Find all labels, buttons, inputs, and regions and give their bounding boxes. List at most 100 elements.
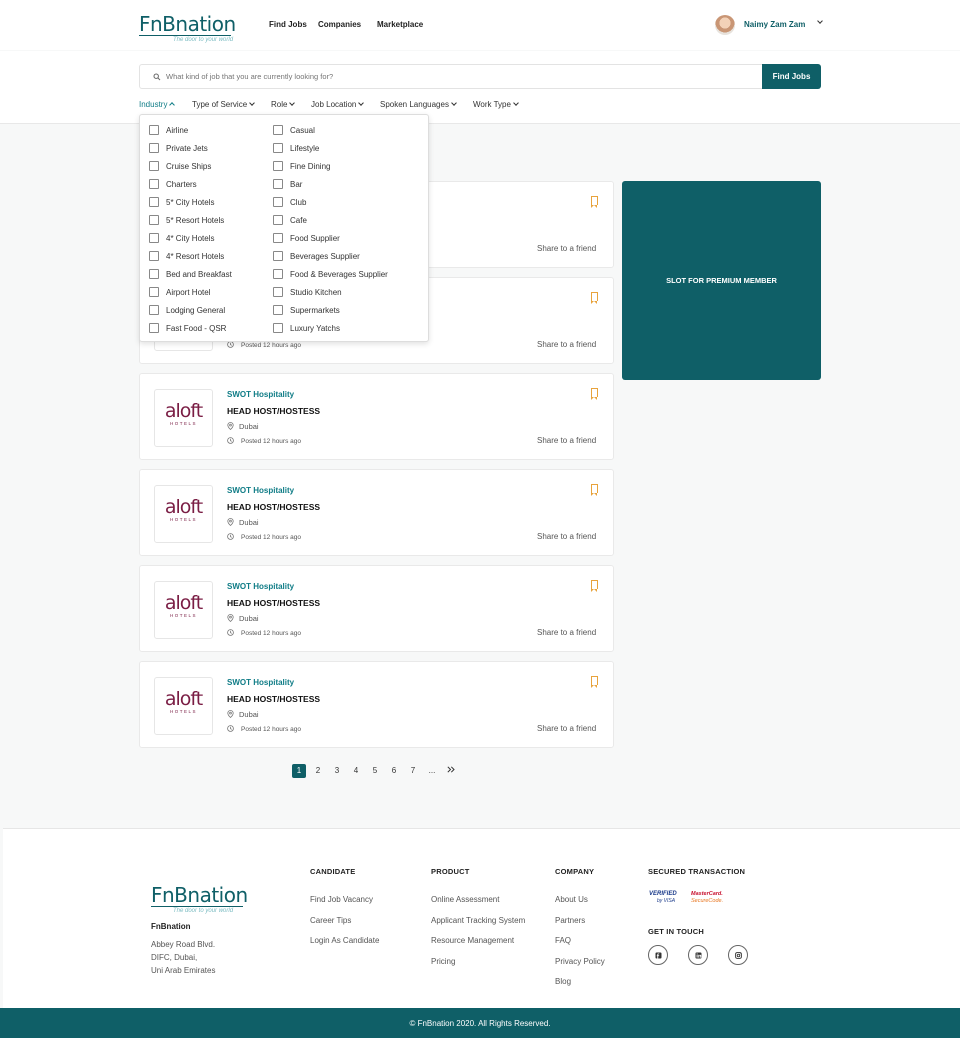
job-title[interactable]: HEAD HOST/HOSTESS [227, 502, 320, 512]
footer-link[interactable]: Online Assessment [431, 890, 525, 911]
share-to-friend-link[interactable]: Share to a friend [537, 532, 596, 541]
company-name[interactable]: SWOT Hospitality [227, 678, 294, 687]
company-name[interactable]: SWOT Hospitality [227, 486, 294, 495]
industry-option[interactable]: Casual [273, 121, 423, 139]
industry-option[interactable]: Cruise Ships [149, 157, 269, 175]
page-6[interactable]: 6 [387, 764, 401, 778]
industry-option[interactable]: Airline [149, 121, 269, 139]
industry-option[interactable]: Fast Food - QSR [149, 319, 269, 337]
nav-companies[interactable]: Companies [318, 20, 361, 29]
company-logo[interactable]: aloftHOTELS [154, 581, 213, 639]
next-page-icon[interactable] [444, 764, 458, 778]
industry-option[interactable]: Supermarkets [273, 301, 423, 319]
footer-link[interactable]: Pricing [431, 952, 525, 973]
job-title[interactable]: HEAD HOST/HOSTESS [227, 598, 320, 608]
checkbox[interactable] [149, 143, 159, 153]
checkbox[interactable] [149, 125, 159, 135]
industry-option[interactable]: Beverages Supplier [273, 247, 423, 265]
find-jobs-button[interactable]: Find Jobs [762, 64, 821, 89]
industry-option[interactable]: Fine Dining [273, 157, 423, 175]
filter-spoken-languages[interactable]: Spoken Languages [380, 100, 457, 109]
search-input[interactable] [166, 65, 746, 88]
checkbox[interactable] [149, 305, 159, 315]
checkbox[interactable] [149, 179, 159, 189]
industry-option[interactable]: Club [273, 193, 423, 211]
job-title[interactable]: HEAD HOST/HOSTESS [227, 406, 320, 416]
industry-option[interactable]: 4* Resort Hotels [149, 247, 269, 265]
avatar[interactable] [715, 15, 735, 35]
industry-option[interactable]: Lifestyle [273, 139, 423, 157]
page-2[interactable]: 2 [311, 764, 325, 778]
page-1[interactable]: 1 [292, 764, 306, 778]
industry-option[interactable]: 5* Resort Hotels [149, 211, 269, 229]
filter-work-type[interactable]: Work Type [473, 100, 519, 109]
industry-option[interactable]: Bed and Breakfast [149, 265, 269, 283]
industry-option[interactable]: Private Jets [149, 139, 269, 157]
checkbox[interactable] [149, 251, 159, 261]
checkbox[interactable] [273, 143, 283, 153]
job-card[interactable]: aloftHOTELS SWOT Hospitality HEAD HOST/HOS… [139, 469, 614, 556]
checkbox[interactable] [273, 233, 283, 243]
footer-logo[interactable]: FnBnation The door to your world [151, 885, 248, 915]
filter-industry[interactable]: Industry [139, 100, 176, 109]
page-3[interactable]: 3 [330, 764, 344, 778]
page-7[interactable]: 7 [406, 764, 420, 778]
footer-link[interactable]: Blog [555, 972, 605, 993]
bookmark-icon[interactable] [591, 196, 598, 208]
instagram-icon[interactable] [728, 945, 748, 965]
footer-link[interactable]: About Us [555, 890, 605, 911]
company-name[interactable]: SWOT Hospitality [227, 390, 294, 399]
share-to-friend-link[interactable]: Share to a friend [537, 340, 596, 349]
checkbox[interactable] [149, 161, 159, 171]
footer-link[interactable]: Applicant Tracking System [431, 911, 525, 932]
user-name[interactable]: Naimy Zam Zam [744, 20, 805, 29]
footer-link[interactable]: Partners [555, 911, 605, 932]
facebook-icon[interactable] [648, 945, 668, 965]
filter-role[interactable]: Role [271, 100, 296, 109]
footer-link[interactable]: Login As Candidate [310, 931, 379, 952]
industry-option[interactable]: Cafe [273, 211, 423, 229]
footer-link[interactable]: Resource Management [431, 931, 525, 952]
checkbox[interactable] [273, 287, 283, 297]
checkbox[interactable] [273, 215, 283, 225]
bookmark-icon[interactable] [591, 484, 598, 496]
page-5[interactable]: 5 [368, 764, 382, 778]
industry-option[interactable]: Lodging General [149, 301, 269, 319]
nav-find-jobs[interactable]: Find Jobs [269, 20, 307, 29]
linkedin-icon[interactable] [688, 945, 708, 965]
company-logo[interactable]: aloftHOTELS [154, 389, 213, 447]
bookmark-icon[interactable] [591, 292, 598, 304]
footer-link[interactable]: Career Tips [310, 911, 379, 932]
footer-link[interactable]: Find Job Vacancy [310, 890, 379, 911]
footer-link[interactable]: Privacy Policy [555, 952, 605, 973]
checkbox[interactable] [273, 161, 283, 171]
share-to-friend-link[interactable]: Share to a friend [537, 628, 596, 637]
checkbox[interactable] [273, 251, 283, 261]
industry-option[interactable]: Bar [273, 175, 423, 193]
checkbox[interactable] [149, 233, 159, 243]
bookmark-icon[interactable] [591, 676, 598, 688]
nav-marketplace[interactable]: Marketplace [377, 20, 423, 29]
checkbox[interactable] [273, 125, 283, 135]
checkbox[interactable] [149, 215, 159, 225]
job-card[interactable]: aloftHOTELS SWOT Hospitality HEAD HOST/HOS… [139, 565, 614, 652]
industry-option[interactable]: Food Supplier [273, 229, 423, 247]
industry-option[interactable]: Food & Beverages Supplier [273, 265, 423, 283]
bookmark-icon[interactable] [591, 580, 598, 592]
filter-job-location[interactable]: Job Location [311, 100, 365, 109]
checkbox[interactable] [273, 197, 283, 207]
share-to-friend-link[interactable]: Share to a friend [537, 724, 596, 733]
job-card[interactable]: aloftHOTELS SWOT Hospitality HEAD HOST/HOS… [139, 373, 614, 460]
premium-slot[interactable]: SLOT FOR PREMIUM MEMBER [622, 181, 821, 380]
checkbox[interactable] [149, 323, 159, 333]
checkbox[interactable] [149, 197, 159, 207]
job-title[interactable]: HEAD HOST/HOSTESS [227, 694, 320, 704]
bookmark-icon[interactable] [591, 388, 598, 400]
brand-logo[interactable]: FnBnation The door to your world [139, 14, 236, 44]
footer-link[interactable]: FAQ [555, 931, 605, 952]
chevron-down-icon[interactable] [815, 18, 823, 27]
industry-option[interactable]: Luxury Yatchs [273, 319, 423, 337]
industry-option[interactable]: 5* City Hotels [149, 193, 269, 211]
company-logo[interactable]: aloftHOTELS [154, 677, 213, 735]
company-name[interactable]: SWOT Hospitality [227, 582, 294, 591]
